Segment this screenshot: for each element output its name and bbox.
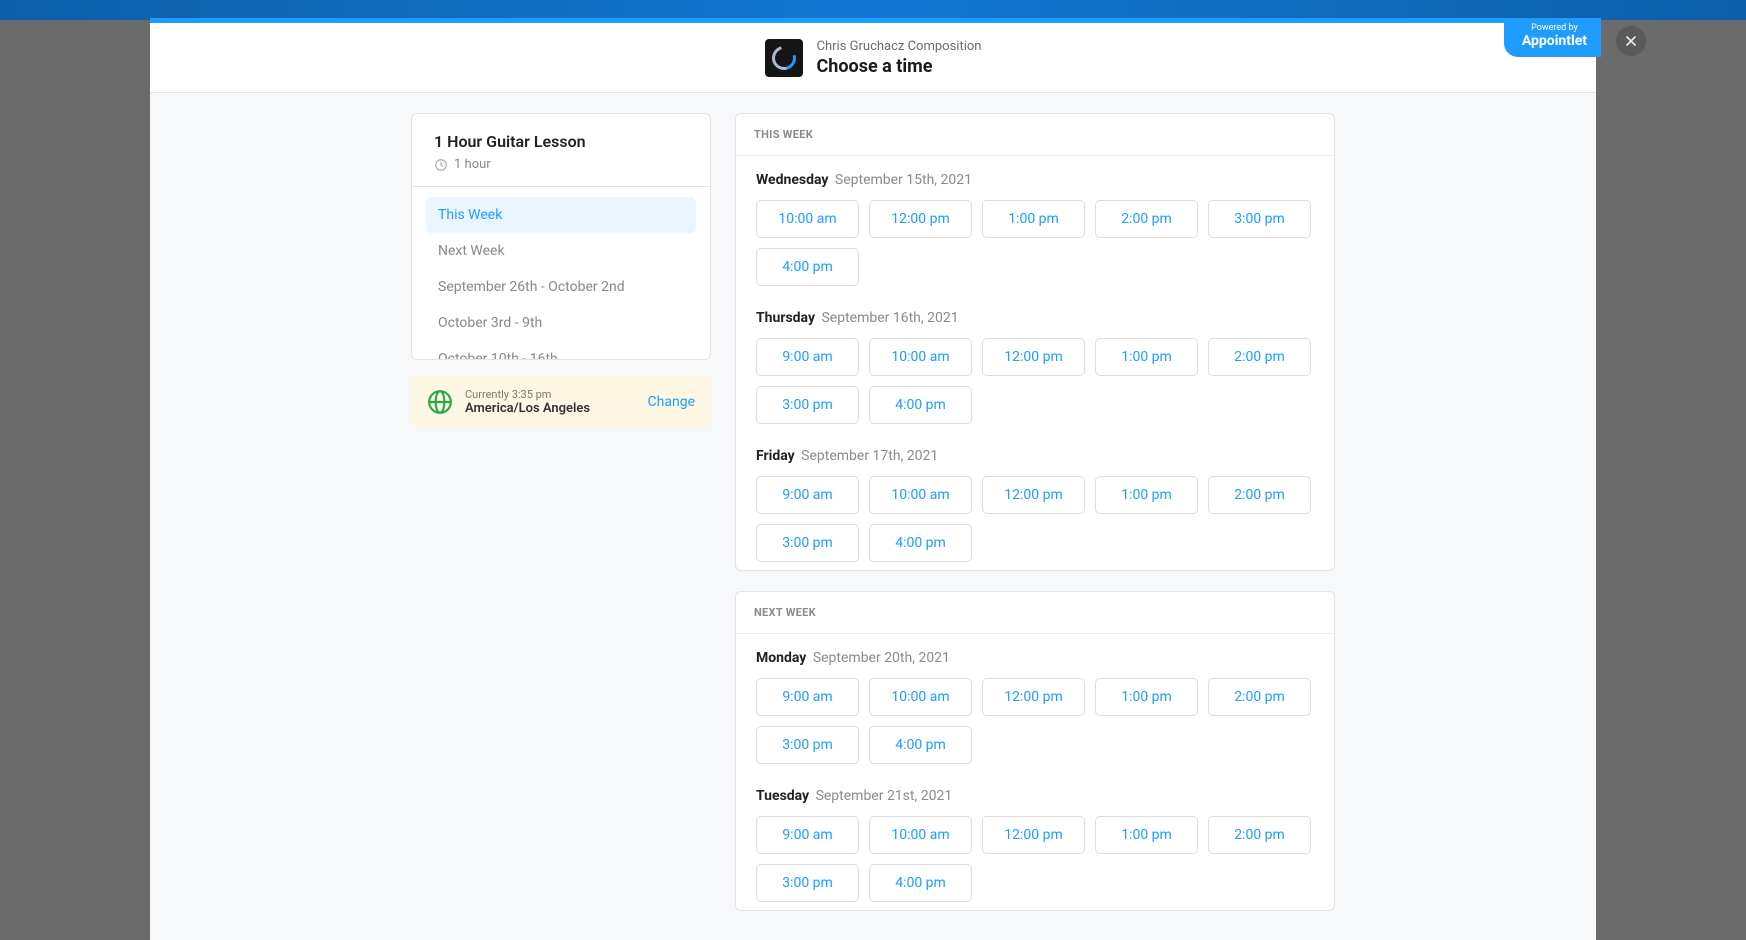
time-slot[interactable]: 9:00 am (756, 816, 859, 854)
day-date: September 17th, 2021 (801, 448, 938, 464)
time-slot[interactable]: 4:00 pm (869, 386, 972, 424)
time-slot[interactable]: 12:00 pm (982, 476, 1085, 514)
time-slot[interactable]: 9:00 am (756, 678, 859, 716)
day-date: September 15th, 2021 (835, 172, 972, 188)
powered-by-badge[interactable]: Powered by Appointlet (1504, 18, 1601, 57)
change-timezone-link[interactable]: Change (648, 394, 695, 410)
week-item[interactable]: Next Week (426, 233, 696, 269)
day-block: Friday September 17th, 2021 9:00 am 10:00 … (736, 432, 1334, 570)
time-slot[interactable]: 3:00 pm (756, 864, 859, 902)
slot-row: 10:00 am 12:00 pm 1:00 pm 2:00 pm 3:00 pm 4:0… (756, 200, 1314, 286)
time-slot[interactable]: 3:00 pm (1208, 200, 1311, 238)
day-name: Friday (756, 448, 795, 464)
service-card: 1 Hour Guitar Lesson 1 hour This WeekNex… (411, 113, 711, 360)
day-block: Tuesday September 21st, 2021 9:00 am 10:00… (736, 772, 1334, 910)
time-slot[interactable]: 3:00 pm (756, 386, 859, 424)
week-group: THIS WEEK Wednesday September 15th, 2021 1… (735, 113, 1335, 571)
day-header: Thursday September 16th, 2021 (756, 310, 1314, 326)
modal-body[interactable]: 1 Hour Guitar Lesson 1 hour This WeekNex… (150, 93, 1596, 940)
day-header: Friday September 17th, 2021 (756, 448, 1314, 464)
day-name: Thursday (756, 310, 815, 326)
time-slot[interactable]: 3:00 pm (756, 726, 859, 764)
slot-row: 9:00 am 10:00 am 12:00 pm 1:00 pm 2:00 pm 3:0… (756, 338, 1314, 424)
scheduler-modal: Chris Gruchacz Composition Choose a time… (150, 18, 1596, 940)
time-slot[interactable]: 1:00 pm (1095, 476, 1198, 514)
time-slot[interactable]: 4:00 pm (869, 864, 972, 902)
time-slot[interactable]: 1:00 pm (1095, 338, 1198, 376)
day-name: Monday (756, 650, 806, 666)
duration-label: 1 hour (454, 157, 491, 172)
week-group: NEXT WEEK Monday September 20th, 2021 9:00… (735, 591, 1335, 911)
org-name: Chris Gruchacz Composition (817, 38, 982, 56)
time-slot[interactable]: 10:00 am (869, 816, 972, 854)
schedule-main: THIS WEEK Wednesday September 15th, 2021 1… (735, 113, 1335, 920)
time-slot[interactable]: 9:00 am (756, 476, 859, 514)
time-slot[interactable]: 4:00 pm (756, 248, 859, 286)
day-header: Monday September 20th, 2021 (756, 650, 1314, 666)
time-slot[interactable]: 1:00 pm (1095, 678, 1198, 716)
time-slot[interactable]: 1:00 pm (1095, 816, 1198, 854)
week-item[interactable]: September 26th - October 2nd (426, 269, 696, 305)
day-name: Wednesday (756, 172, 828, 188)
day-date: September 20th, 2021 (813, 650, 950, 666)
timezone-card: Currently 3:35 pm America/Los Angeles Ch… (411, 376, 711, 428)
close-icon (1623, 33, 1639, 49)
clock-icon (434, 158, 448, 172)
service-duration: 1 hour (434, 157, 688, 172)
time-slot[interactable]: 3:00 pm (756, 524, 859, 562)
slot-row: 9:00 am 10:00 am 12:00 pm 1:00 pm 2:00 pm 3:0… (756, 476, 1314, 562)
timezone-name: America/Los Angeles (465, 401, 636, 416)
day-header: Tuesday September 21st, 2021 (756, 788, 1314, 804)
week-item[interactable]: October 3rd - 9th (426, 305, 696, 341)
time-slot[interactable]: 12:00 pm (982, 816, 1085, 854)
week-group-title: THIS WEEK (736, 114, 1334, 156)
org-logo (765, 39, 803, 77)
time-slot[interactable]: 1:00 pm (982, 200, 1085, 238)
time-slot[interactable]: 2:00 pm (1208, 678, 1311, 716)
time-slot[interactable]: 9:00 am (756, 338, 859, 376)
slot-row: 9:00 am 10:00 am 12:00 pm 1:00 pm 2:00 pm 3:0… (756, 678, 1314, 764)
time-slot[interactable]: 12:00 pm (982, 338, 1085, 376)
week-item[interactable]: This Week (426, 197, 696, 233)
time-slot[interactable]: 2:00 pm (1208, 816, 1311, 854)
time-slot[interactable]: 2:00 pm (1095, 200, 1198, 238)
week-item[interactable]: October 10th - 16th (426, 341, 696, 359)
modal-header: Chris Gruchacz Composition Choose a time… (150, 23, 1596, 93)
day-block: Monday September 20th, 2021 9:00 am 10:00 … (736, 634, 1334, 772)
week-group-title: NEXT WEEK (736, 592, 1334, 634)
time-slot[interactable]: 10:00 am (756, 200, 859, 238)
day-block: Thursday September 16th, 2021 9:00 am 10:0… (736, 294, 1334, 432)
browser-tab-strip (0, 0, 1746, 20)
day-header: Wednesday September 15th, 2021 (756, 172, 1314, 188)
time-slot[interactable]: 2:00 pm (1208, 338, 1311, 376)
time-slot[interactable]: 12:00 pm (982, 678, 1085, 716)
slot-row: 9:00 am 10:00 am 12:00 pm 1:00 pm 2:00 pm 3:0… (756, 816, 1314, 902)
time-slot[interactable]: 12:00 pm (869, 200, 972, 238)
sidebar: 1 Hour Guitar Lesson 1 hour This WeekNex… (411, 113, 711, 920)
day-name: Tuesday (756, 788, 809, 804)
close-button[interactable] (1616, 26, 1646, 56)
time-slot[interactable]: 10:00 am (869, 678, 972, 716)
time-slot[interactable]: 10:00 am (869, 338, 972, 376)
day-date: September 21st, 2021 (816, 788, 953, 804)
page-title: Choose a time (817, 56, 982, 77)
day-date: September 16th, 2021 (821, 310, 958, 326)
time-slot[interactable]: 4:00 pm (869, 726, 972, 764)
current-time: Currently 3:35 pm (465, 388, 636, 401)
globe-icon (427, 389, 453, 415)
time-slot[interactable]: 2:00 pm (1208, 476, 1311, 514)
service-title: 1 Hour Guitar Lesson (434, 132, 688, 151)
brand-name: Appointlet (1522, 34, 1587, 49)
time-slot[interactable]: 4:00 pm (869, 524, 972, 562)
day-block: Wednesday September 15th, 2021 10:00 am 12… (736, 156, 1334, 294)
week-list[interactable]: This WeekNext WeekSeptember 26th - Octob… (412, 187, 710, 359)
time-slot[interactable]: 10:00 am (869, 476, 972, 514)
